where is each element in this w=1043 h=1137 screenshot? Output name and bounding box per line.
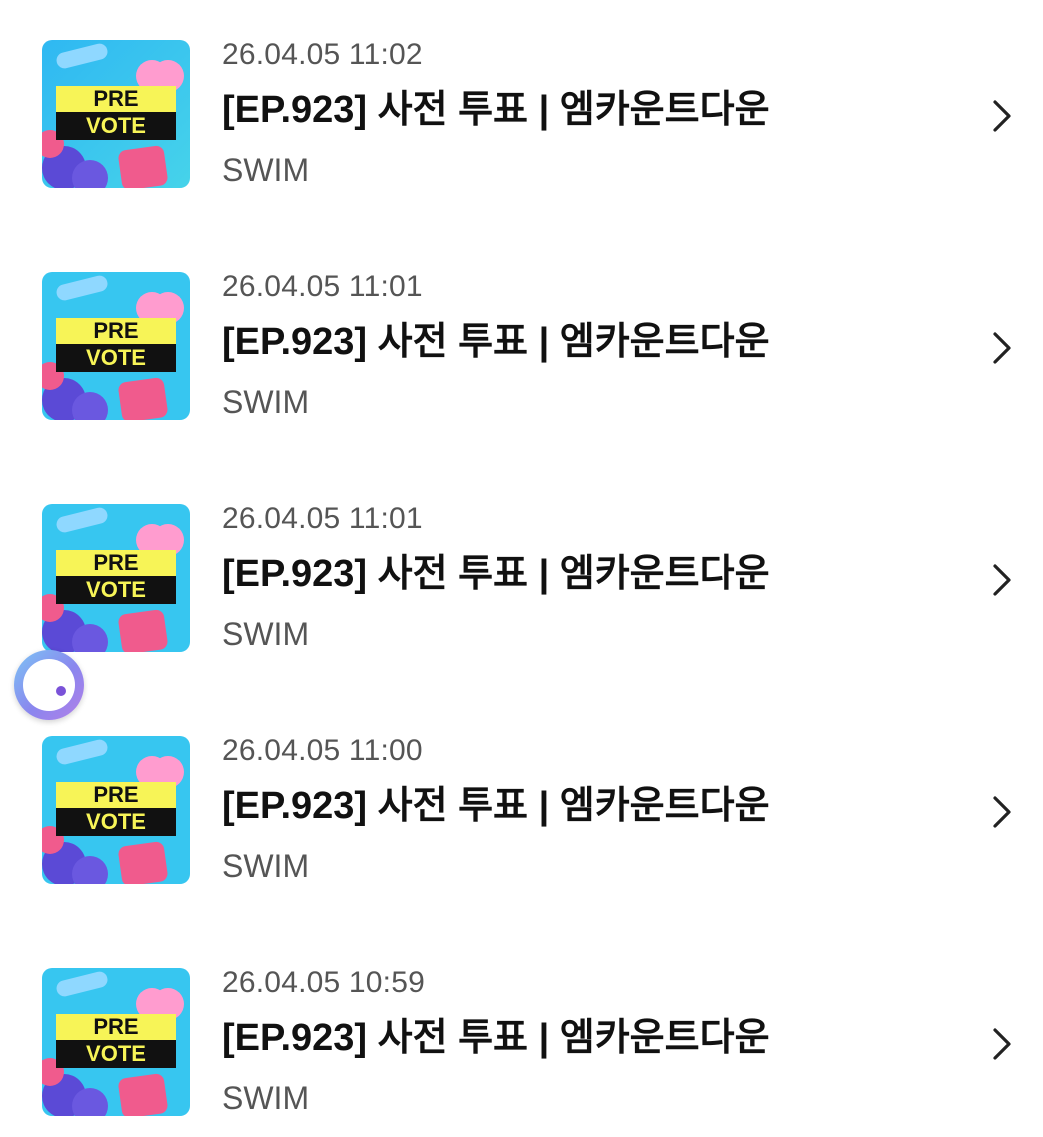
vote-history-list: PRE VOTE 26.04.05 11:02 [EP.923] 사전 투표 |… xyxy=(0,0,1043,1137)
thumbnail-vote-text: VOTE xyxy=(86,809,146,834)
voted-artist: SWIM xyxy=(222,616,310,652)
vote-date: 26.04.05 11:01 xyxy=(222,502,423,535)
vote-date: 26.04.05 11:01 xyxy=(222,270,423,303)
chevron-right-icon[interactable] xyxy=(986,328,1018,368)
voted-artist: SWIM xyxy=(222,152,310,188)
vote-title: [EP.923] 사전 투표 | 엠카운트다운 xyxy=(222,321,770,363)
vote-date: 26.04.05 11:02 xyxy=(222,38,423,71)
pre-vote-thumbnail-icon: PRE VOTE xyxy=(42,272,190,420)
thumbnail-vote-text: VOTE xyxy=(86,113,146,138)
thumbnail-vote-text: VOTE xyxy=(86,577,146,602)
thumbnail-vote-text: VOTE xyxy=(86,345,146,370)
chevron-right-icon[interactable] xyxy=(986,792,1018,832)
thumbnail-pre-text: PRE xyxy=(93,86,138,111)
voted-artist: SWIM xyxy=(222,848,310,884)
vote-title: [EP.923] 사전 투표 | 엠카운트다운 xyxy=(222,1017,770,1059)
floating-assistant-face xyxy=(23,659,75,711)
chevron-right-icon[interactable] xyxy=(986,96,1018,136)
vote-history-item[interactable]: PRE VOTE 26.04.05 11:01 [EP.923] 사전 투표 |… xyxy=(0,464,1043,652)
vote-date: 26.04.05 11:00 xyxy=(222,734,423,767)
vote-title: [EP.923] 사전 투표 | 엠카운트다운 xyxy=(222,89,770,131)
vote-history-item[interactable]: PRE VOTE 26.04.05 11:00 [EP.923] 사전 투표 |… xyxy=(0,696,1043,884)
pre-vote-thumbnail-icon: PRE VOTE xyxy=(42,968,190,1116)
vote-history-item[interactable]: PRE VOTE 26.04.05 11:02 [EP.923] 사전 투표 |… xyxy=(0,0,1043,188)
thumbnail-pre-text: PRE xyxy=(93,318,138,343)
vote-history-item[interactable]: PRE VOTE 26.04.05 11:01 [EP.923] 사전 투표 |… xyxy=(0,232,1043,420)
thumbnail-vote-text: VOTE xyxy=(86,1041,146,1066)
thumbnail-pre-text: PRE xyxy=(93,1014,138,1039)
voted-artist: SWIM xyxy=(222,384,310,420)
chevron-right-icon[interactable] xyxy=(986,1024,1018,1064)
vote-title: [EP.923] 사전 투표 | 엠카운트다운 xyxy=(222,785,770,827)
thumbnail-pre-text: PRE xyxy=(93,782,138,807)
pre-vote-thumbnail-icon: PRE VOTE xyxy=(42,736,190,884)
vote-date: 26.04.05 10:59 xyxy=(222,966,425,999)
chevron-right-icon[interactable] xyxy=(986,560,1018,600)
pre-vote-thumbnail-icon: PRE VOTE xyxy=(42,504,190,652)
voted-artist: SWIM xyxy=(222,1080,310,1116)
pre-vote-thumbnail-icon: PRE VOTE xyxy=(42,40,190,188)
thumbnail-pre-text: PRE xyxy=(93,550,138,575)
vote-history-item[interactable]: PRE VOTE 26.04.05 10:59 [EP.923] 사전 투표 |… xyxy=(0,928,1043,1116)
floating-assistant-dot xyxy=(56,686,66,696)
vote-title: [EP.923] 사전 투표 | 엠카운트다운 xyxy=(222,553,770,595)
floating-assistant-icon[interactable] xyxy=(14,650,84,720)
